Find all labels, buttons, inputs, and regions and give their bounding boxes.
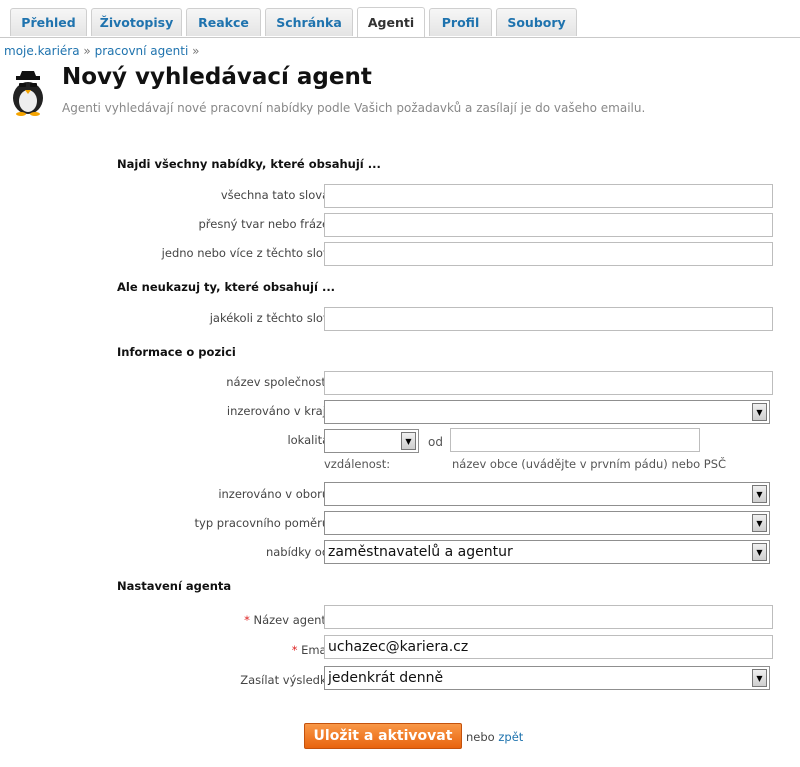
company-label: název společnosti:	[226, 375, 333, 389]
town-input[interactable]	[450, 428, 700, 452]
frequency-label: Zasílat výsledky	[240, 673, 333, 687]
any-words-label: jedno nebo více z těchto slov:	[161, 246, 333, 260]
agent-name-input[interactable]	[324, 605, 773, 629]
required-asterisk: *	[291, 643, 298, 657]
tab-schranka[interactable]: Schránka	[265, 8, 353, 36]
tab-soubory[interactable]: Soubory	[496, 8, 577, 36]
tab-bar: Přehled Životopisy Reakce Schránka Agent…	[0, 0, 800, 38]
breadcrumb-separator: »	[83, 44, 91, 58]
dropdown-arrow-icon[interactable]: ▼	[752, 669, 767, 687]
dropdown-arrow-icon[interactable]: ▼	[752, 514, 767, 532]
penguin-agent-icon	[13, 71, 43, 116]
alternative-action: nebo zpět	[466, 730, 523, 744]
employment-select[interactable]: ▼	[324, 511, 770, 535]
tab-reakce[interactable]: Reakce	[186, 8, 261, 36]
tab-zivotopisy[interactable]: Životopisy	[91, 8, 182, 36]
all-words-input[interactable]	[324, 184, 773, 208]
offers-from-selected-value: zaměstnavatelů a agentur	[328, 544, 513, 560]
required-asterisk: *	[244, 613, 250, 627]
section-settings-heading: Nastavení agenta	[117, 579, 232, 593]
company-input[interactable]	[324, 371, 773, 395]
agent-name-label: * Název agenta	[244, 613, 333, 627]
dropdown-arrow-icon[interactable]: ▼	[752, 403, 767, 421]
page-title: Nový vyhledávací agent	[62, 64, 372, 90]
breadcrumb-home-link[interactable]: moje.kariéra	[4, 44, 80, 58]
section-include-heading: Najdi všechny nabídky, které obsahují ..…	[117, 157, 381, 171]
save-activate-button[interactable]: Uložit a aktivovat	[304, 723, 462, 749]
page-subtitle: Agenti vyhledávají nové pracovní nabídky…	[62, 101, 646, 115]
tab-profil[interactable]: Profil	[429, 8, 492, 36]
region-select[interactable]: ▼	[324, 400, 770, 424]
distance-caption: vzdálenost:	[324, 457, 391, 471]
frequency-selected-value: jedenkrát denně	[328, 670, 444, 686]
agent-name-label-text: Název agenta	[253, 613, 334, 627]
region-label: inzerováno v kraji:	[226, 404, 333, 418]
section-position-heading: Informace o pozici	[117, 345, 236, 359]
od-label: od	[428, 435, 443, 449]
employment-label: typ pracovního poměru:	[194, 516, 333, 530]
exact-phrase-label: přesný tvar nebo fráze:	[198, 217, 333, 231]
town-caption: název obce (uvádějte v prvním pádu) nebo…	[452, 457, 727, 471]
none-words-input[interactable]	[324, 307, 773, 331]
email-input[interactable]	[324, 635, 773, 659]
frequency-select[interactable]: jedenkrát denně ▼	[324, 666, 770, 690]
breadcrumb: moje.kariéra » pracovní agenti »	[4, 44, 199, 58]
offers-from-select[interactable]: zaměstnavatelů a agentur ▼	[324, 540, 770, 564]
dropdown-arrow-icon[interactable]: ▼	[752, 543, 767, 561]
field-select[interactable]: ▼	[324, 482, 770, 506]
tab-prehled[interactable]: Přehled	[10, 8, 87, 36]
distance-select[interactable]: ▼	[324, 429, 419, 453]
dropdown-arrow-icon[interactable]: ▼	[401, 432, 416, 450]
exact-phrase-input[interactable]	[324, 213, 773, 237]
offers-from-label: nabídky od:	[265, 545, 333, 559]
field-label: inzerováno v oboru:	[218, 487, 333, 501]
none-words-label: jakékoli z těchto slov:	[209, 311, 333, 325]
section-exclude-heading: Ale neukazuj ty, které obsahují ...	[117, 280, 336, 294]
tab-agenti[interactable]: Agenti	[357, 7, 425, 37]
dropdown-arrow-icon[interactable]: ▼	[752, 485, 767, 503]
breadcrumb-agents-link[interactable]: pracovní agenti	[95, 44, 189, 58]
back-link[interactable]: zpět	[498, 730, 523, 744]
all-words-label: všechna tato slova:	[220, 188, 333, 202]
any-words-input[interactable]	[324, 242, 773, 266]
breadcrumb-separator: »	[192, 44, 200, 58]
or-text: nebo	[466, 730, 495, 744]
